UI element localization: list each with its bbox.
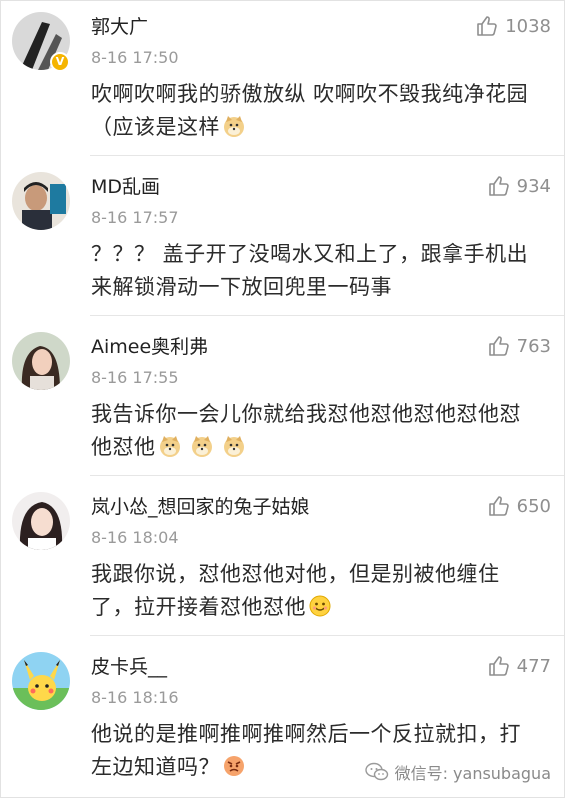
comment-text: 我告诉你一会儿你就给我怼他怼他怼他怼他怼他怼他 [91, 402, 521, 459]
like-button[interactable]: 650 [487, 494, 551, 518]
doge-icon [191, 436, 212, 457]
thumbs-up-icon [488, 656, 509, 676]
username[interactable]: 岚小怂_想回家的兔子姑娘 [91, 492, 310, 519]
like-button[interactable]: 1038 [475, 14, 551, 38]
timestamp: 8-16 18:16 [91, 688, 179, 707]
like-button[interactable]: 934 [487, 174, 551, 198]
watermark-label: 微信号: yansubagua [394, 764, 551, 783]
doge-icon [224, 116, 244, 137]
like-count: 934 [516, 175, 551, 197]
timestamp: 8-16 17:55 [91, 368, 179, 387]
comment-item: V 郭大广 8-16 17:50 1038 吹啊吹啊我的骄傲放纵 吹啊吹不毁我纯… [0, 0, 565, 156]
username[interactable]: 皮卡兵__ [91, 652, 167, 679]
avatar[interactable] [12, 172, 70, 230]
like-button[interactable]: 477 [487, 654, 551, 678]
like-count: 1038 [505, 15, 551, 37]
username[interactable]: 郭大广 [91, 12, 148, 39]
like-count: 650 [516, 495, 551, 517]
wechat-icon [364, 762, 388, 781]
divider [90, 315, 565, 316]
like-count: 477 [516, 655, 551, 677]
avatar[interactable] [12, 332, 70, 390]
comment-text: 我跟你说，怼他怼他对他，但是别被他缠住了，拉开接着怼他怼他 [91, 562, 500, 619]
thumbs-up-icon [488, 496, 509, 516]
username[interactable]: MD乱画 [91, 172, 160, 199]
angry-icon [224, 756, 244, 776]
thumbs-up-icon [488, 176, 509, 196]
verified-badge: V [50, 52, 70, 72]
doge-icon [159, 436, 180, 457]
timestamp: 8-16 18:04 [91, 528, 179, 547]
avatar[interactable] [12, 652, 70, 710]
doge-icon [223, 436, 244, 457]
timestamp: 8-16 17:50 [91, 48, 179, 67]
wechat-watermark: 微信号: yansubagua [364, 760, 551, 784]
comment-item: Aimee奥利弗 8-16 17:55 763 我告诉你一会儿你就给我怼他怼他怼… [0, 320, 565, 476]
timestamp: 8-16 17:57 [91, 208, 179, 227]
like-count: 763 [516, 335, 551, 357]
divider [90, 155, 565, 156]
comment-item: 岚小怂_想回家的兔子姑娘 8-16 18:04 650 我跟你说，怼他怼他对他，… [0, 480, 565, 636]
smile-icon [309, 595, 331, 617]
avatar[interactable] [12, 492, 70, 550]
divider [90, 635, 565, 636]
comment-text: ？？？ 盖子开了没喝水又和上了，跟拿手机出来解锁滑动一下放回兜里一码事 [91, 242, 529, 299]
thumbs-up-icon [488, 336, 509, 356]
like-button[interactable]: 763 [487, 334, 551, 358]
username[interactable]: Aimee奥利弗 [91, 332, 208, 359]
divider [90, 475, 565, 476]
thumbs-up-icon [477, 16, 497, 36]
comment-item: MD乱画 8-16 17:57 934 ？？？ 盖子开了没喝水又和上了，跟拿手机… [0, 160, 565, 316]
comment-text: 吹啊吹啊我的骄傲放纵 吹啊吹不毁我纯净花园（应该是这样 [91, 82, 529, 139]
